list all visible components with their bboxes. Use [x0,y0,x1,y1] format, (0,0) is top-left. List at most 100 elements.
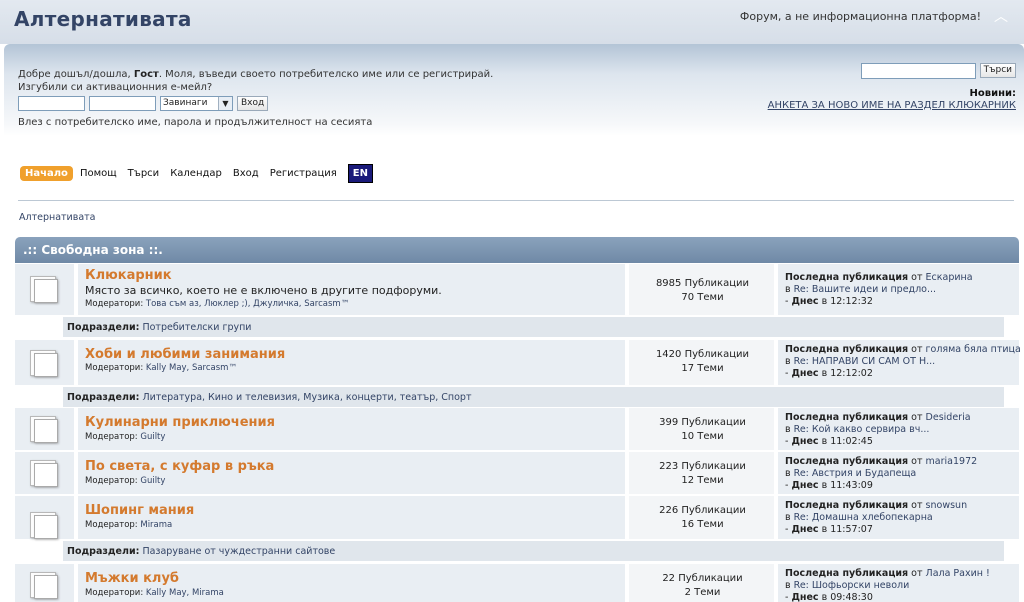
last-post-author[interactable]: Лала Рахин ! [926,568,990,579]
subboards-list[interactable]: Литература, Кино и телевизия, Музика, ко… [142,392,471,403]
posts-count: 8985 Публикации [655,278,750,289]
last-post-topic[interactable]: Re: НАПРАВИ СИ САМ ОТ Н... [794,356,936,367]
last-post: Последна публикация от Лала Рахин ! в Re… [778,564,1019,602]
search-button[interactable]: Търси [979,63,1016,78]
menu-register[interactable]: Регистрация [270,168,337,179]
moderators-label: Модератори: [85,363,144,373]
last-post-topic[interactable]: Re: Шофьорски неволи [794,580,910,591]
last-post-author[interactable]: snowsun [926,500,968,511]
last-post-topic[interactable]: Re: Кой какво сервира вч... [794,424,930,435]
menu-calendar[interactable]: Календар [170,168,222,179]
username-input[interactable] [18,96,85,111]
activation-link[interactable]: Изгубили си активационния е-мейл? [18,82,212,93]
by-label: от [911,272,923,283]
collapse-header-icon[interactable]: ︿ [990,8,1012,26]
board-info: Кулинарни приключения Модератор: Guilty [78,408,627,450]
subboards-list[interactable]: Потребителски групи [142,322,251,333]
welcome-text: Добре дошъл/дошла, Гост. Моля, въведи св… [18,68,493,94]
board-info: Хоби и любими занимания Модератори: Kall… [78,340,627,385]
last-post-time: в 12:12:02 [821,368,873,379]
board-stats: 226 Публикации 16 Теми [629,496,776,539]
board-icon-cell [15,452,76,494]
site-title[interactable]: Алтернативата [14,7,192,31]
moderators-list[interactable]: Guilty [140,432,165,442]
password-input[interactable] [89,96,156,111]
subboards-row: Подраздели: Потребителски групи [63,317,1004,337]
board-name[interactable]: По света, с куфар в ръка [85,459,274,474]
by-label: от [911,456,923,467]
moderators-list[interactable]: Kally May, Mirama [146,588,224,598]
last-post-label: Последна публикация [785,344,909,355]
welcome-suffix[interactable]: . Моля, въведи своето потребителско име … [159,69,493,80]
today-label: Днес [791,480,819,491]
board-stats: 223 Публикации 12 Теми [629,452,776,494]
board-row: Мъжки клуб Модератори: Kally May, Mirama… [15,564,1019,602]
login-form: Завинаги ▼ Вход [18,96,269,111]
board-moderators: Модератор: Guilty [85,432,165,442]
board-row: По света, с куфар в ръка Модератор: Guil… [15,452,1019,496]
posts-count: 1420 Публикации [655,349,750,360]
last-post-time: в 11:02:45 [821,436,873,447]
session-duration-select[interactable]: Завинаги ▼ [160,96,233,111]
news-link[interactable]: АНКЕТА ЗА НОВО ИМЕ НА РАЗДЕЛ КЛЮКАРНИК [768,100,1016,111]
breadcrumb[interactable]: Алтернативата [19,212,96,223]
menu-help[interactable]: Помощ [80,168,117,179]
today-label: Днес [791,436,819,447]
last-post-time: в 12:12:32 [821,296,873,307]
board-name[interactable]: Мъжки клуб [85,571,179,586]
board-stats: 399 Публикации 10 Теми [629,408,776,450]
language-en-button[interactable]: EN [347,164,373,183]
last-post-topic[interactable]: Re: Австрия и Будапеща [794,468,917,479]
menu-search[interactable]: Търси [128,168,160,179]
board-moderators: Модератори: Това съм аз, Люклер ;), Джул… [85,299,349,309]
menu-login[interactable]: Вход [233,168,259,179]
last-post-time: в 09:48:30 [821,592,873,602]
by-label: от [911,500,923,511]
today-label: Днес [791,296,819,307]
last-post-author[interactable]: голяма бяла птица [926,344,1021,355]
last-post-label: Последна публикация [785,500,909,511]
moderators-list[interactable]: Kally May, Sarcasm™ [146,363,237,373]
subboards-row: Подраздели: Пазаруване от чуждестранни с… [63,541,1004,561]
by-label: от [911,344,923,355]
session-hint: Влез с потребителско име, парола и продъ… [18,117,373,128]
divider [18,200,1014,201]
last-post-topic[interactable]: Re: Домашна хлебопекарна [794,512,933,523]
in-label: в [785,356,791,367]
moderators-list[interactable]: Това съм аз, Люклер ;), Джуличка, Sarcas… [146,299,349,309]
board-name[interactable]: Клюкарник [85,268,172,283]
last-post-author[interactable]: Desideria [926,412,971,423]
last-post: Последна публикация от Desideria в Re: К… [778,408,1019,450]
today-label: Днес [791,592,819,602]
subboards-list[interactable]: Пазаруване от чуждестранни сайтове [142,546,335,557]
guest-label: Гост [133,69,159,80]
in-label: в [785,512,791,523]
search-form: Търси [860,63,1016,79]
board-name[interactable]: Шопинг мания [85,503,194,518]
moderators-label: Модератори: [85,299,144,309]
posts-count: 22 Публикации [662,573,743,584]
board-status-icon [30,510,60,540]
chevron-down-icon[interactable]: ▼ [218,97,232,110]
last-post: Последна публикация от snowsun в Re: Дом… [778,496,1019,539]
moderators-list[interactable]: Mirama [140,520,172,530]
board-name[interactable]: Хоби и любими занимания [85,347,285,362]
posts-count: 226 Публикации [659,505,746,516]
last-post-author[interactable]: Ескарина [926,272,973,283]
today-label: Днес [791,524,819,535]
board-status-icon [30,570,60,600]
login-button[interactable]: Вход [237,96,269,111]
topics-count: 16 Теми [681,519,724,530]
board-name[interactable]: Кулинарни приключения [85,415,275,430]
search-input[interactable] [860,63,976,79]
menu-home[interactable]: Начало [20,166,73,181]
moderators-list[interactable]: Guilty [140,476,165,486]
board-stats: 1420 Публикации 17 Теми [629,340,776,385]
board-row: Хоби и любими занимания Модератори: Kall… [15,340,1021,387]
by-label: от [911,568,923,579]
board-info: По света, с куфар в ръка Модератор: Guil… [78,452,627,494]
last-post-author[interactable]: maria1972 [926,456,978,467]
category-header[interactable]: .:: Свободна зона ::. [15,237,1019,263]
last-post-topic[interactable]: Re: Вашите идеи и предло... [794,284,936,295]
board-moderators: Модератор: Guilty [85,476,165,486]
